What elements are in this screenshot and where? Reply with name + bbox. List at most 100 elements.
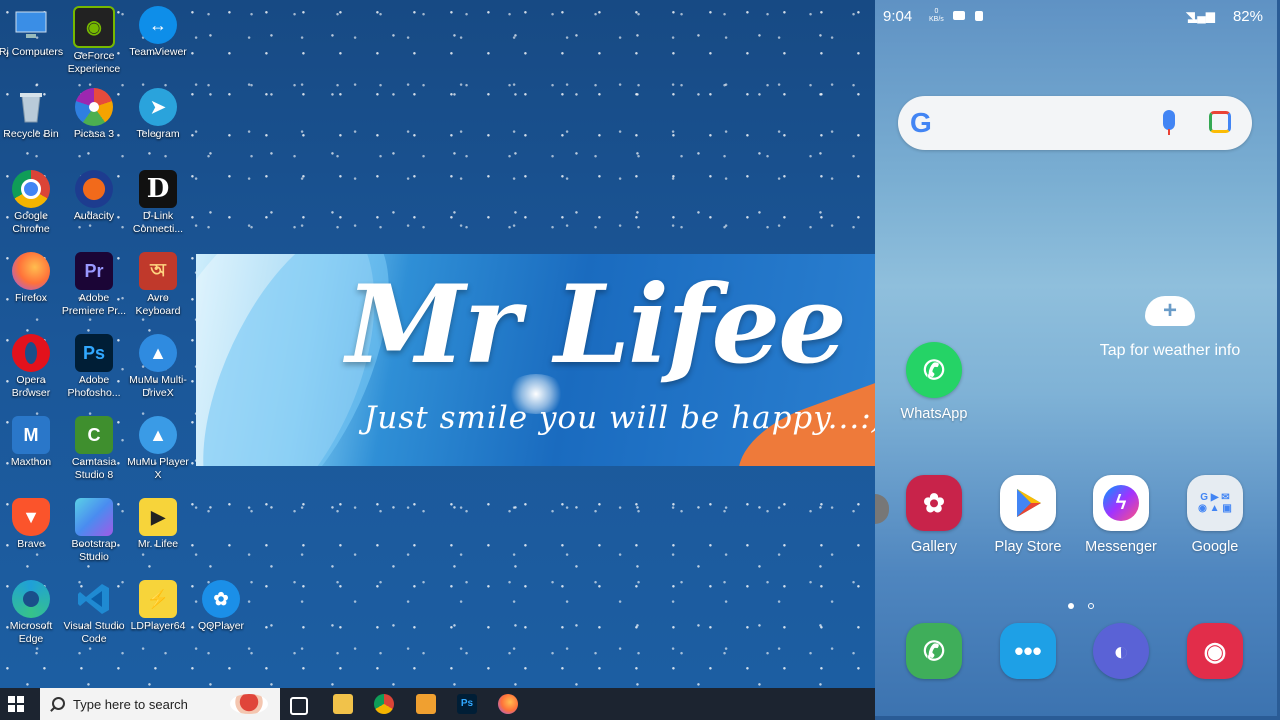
edge-icon — [12, 580, 50, 618]
desktop-icon-dlink[interactable]: D D-Link Connecti... — [125, 170, 191, 236]
computer-icon — [12, 6, 50, 44]
dlink-icon: D — [139, 170, 177, 208]
status-bar: 9:04 0 KB/s ◥ ▂▄▆ 82% — [883, 8, 1273, 26]
desktop-icon-avro-keyboard[interactable]: অ Avro Keyboard — [125, 252, 191, 318]
desktop-icon-maxthon[interactable]: M Maxthon — [0, 416, 64, 469]
desktop-icon-microsoft-edge[interactable]: Microsoft Edge — [0, 580, 64, 646]
play-store-icon — [1000, 475, 1056, 531]
file-explorer-icon[interactable] — [333, 694, 353, 714]
desktop-icon-ldplayer64[interactable]: ⚡ LDPlayer64 — [125, 580, 191, 633]
photoshop-icon: Ps — [75, 334, 113, 372]
desktop-icon-photoshop[interactable]: Ps Adobe Photosho... — [61, 334, 127, 400]
bootstrap-studio-icon — [75, 498, 113, 536]
recycle-bin-icon — [12, 88, 50, 126]
dock-phone[interactable]: ✆ — [894, 623, 974, 679]
desktop-icon-mumu-player-x[interactable]: ▲ MuMu Player X — [125, 416, 191, 482]
camera-status-icon — [953, 11, 965, 20]
app-messenger[interactable]: ϟ Messenger — [1081, 475, 1161, 555]
start-button[interactable] — [8, 696, 24, 712]
teamviewer-icon: ↔ — [139, 6, 177, 44]
phone-home-screen: 9:04 0 KB/s ◥ ▂▄▆ 82% G + Tap for weather… — [875, 0, 1277, 716]
page-indicator — [1061, 596, 1101, 614]
telegram-icon: ➤ — [139, 88, 177, 126]
camtasia-icon: C — [75, 416, 113, 454]
desktop-icon-mumu-multi-drive[interactable]: ▲ MuMu Multi-DriveX — [125, 334, 191, 400]
taskbar-search-placeholder: Type here to search — [73, 697, 188, 712]
lens-icon[interactable] — [1209, 111, 1231, 133]
vscode-icon — [75, 580, 113, 618]
desktop-icon-audacity[interactable]: Audacity — [61, 170, 127, 223]
desktop-icon-opera[interactable]: Opera Browser — [0, 334, 64, 400]
wallpaper-banner: Mr Lifee Just smile you will be happy...… — [196, 254, 875, 466]
desktop-icon-telegram[interactable]: ➤ Telegram — [125, 88, 191, 141]
firefox-taskbar-icon[interactable] — [498, 694, 518, 714]
cloud-add-icon: + — [1145, 296, 1195, 326]
task-view-icon[interactable] — [290, 697, 308, 715]
app-play-store[interactable]: Play Store — [988, 475, 1068, 555]
phone-mirror-window: 9:04 0 KB/s ◥ ▂▄▆ 82% G + Tap for weather… — [875, 0, 1280, 720]
google-g-icon: G — [910, 107, 932, 138]
premiere-icon: Pr — [75, 252, 113, 290]
internet-icon: ◐ — [1093, 623, 1149, 679]
audacity-icon — [75, 170, 113, 208]
desktop-icon-brave[interactable]: ▼ Brave — [0, 498, 64, 551]
dock-messages[interactable]: ••• — [988, 623, 1068, 679]
camera-icon: ◉ — [1187, 623, 1243, 679]
desktop-icon-teamviewer[interactable]: ↔ TeamViewer — [125, 6, 191, 59]
desktop: Mr Lifee Just smile you will be happy...… — [0, 0, 875, 688]
avro-icon: অ — [139, 252, 177, 290]
app-gallery[interactable]: ✿ Gallery — [894, 475, 974, 555]
chrome-icon — [12, 170, 50, 208]
ldplayer-icon: ▶ — [139, 498, 177, 536]
mumu-player-icon: ▲ — [139, 416, 177, 454]
google-search-bar[interactable]: G — [898, 96, 1252, 150]
phone-icon: ✆ — [906, 623, 962, 679]
app-whatsapp[interactable]: ✆ WhatsApp — [894, 342, 974, 422]
status-time: 9:04 — [883, 8, 913, 25]
desktop-icon-recycle-bin[interactable]: Recycle Bin — [0, 88, 64, 141]
whatsapp-icon: ✆ — [906, 342, 962, 398]
gallery-icon: ✿ — [906, 475, 962, 531]
desktop-icon-picasa[interactable]: Picasa 3 — [61, 88, 127, 141]
network-speed: 0 KB/s — [929, 8, 944, 23]
desktop-icon-google-chrome[interactable]: Google Chrome — [0, 170, 64, 236]
desktop-icon-rj-computers[interactable]: Rj Computers — [0, 6, 64, 59]
qqplayer-icon: ✿ — [202, 580, 240, 618]
search-highlight-image — [230, 694, 268, 714]
dock-internet[interactable]: ◐ — [1081, 623, 1161, 679]
desktop-icon-firefox[interactable]: Firefox — [0, 252, 64, 305]
app-google-folder[interactable]: G ▶ ✉ ◉ ▲ ▣ Google — [1175, 475, 1255, 555]
picasa-icon — [75, 88, 113, 126]
ldplayer64-icon: ⚡ — [139, 580, 177, 618]
signal-icon: ▂▄▆ — [1188, 9, 1215, 23]
firefox-icon — [12, 252, 50, 290]
banner-title: Mr Lifee — [346, 262, 847, 388]
weather-text: Tap for weather info — [1099, 342, 1241, 359]
photoshop-taskbar-icon[interactable]: Ps — [457, 694, 477, 714]
desktop-icon-premiere[interactable]: Pr Adobe Premiere Pr... — [61, 252, 127, 318]
desktop-icon-geforce-experience[interactable]: ◉ GeForce Experience — [61, 6, 127, 76]
battery-percent: 82% — [1232, 8, 1263, 25]
mic-icon[interactable] — [1163, 110, 1175, 135]
edge-panel-handle[interactable] — [875, 494, 889, 524]
mumu-multi-icon: ▲ — [139, 334, 177, 372]
maxthon-icon: M — [12, 416, 50, 454]
google-folder-icon: G ▶ ✉ ◉ ▲ ▣ — [1187, 475, 1243, 531]
weather-widget[interactable]: + Tap for weather info — [1085, 296, 1255, 360]
brave-icon: ▼ — [12, 498, 50, 536]
desktop-icon-mr-lifee[interactable]: ▶ Mr. Lifee — [125, 498, 191, 551]
taskbar-search[interactable]: Type here to search — [40, 688, 280, 720]
dock-camera[interactable]: ◉ — [1175, 623, 1255, 679]
banner-tagline: Just smile you will be happy...:) — [364, 400, 875, 436]
sublime-taskbar-icon[interactable] — [416, 694, 436, 714]
desktop-icon-vscode[interactable]: Visual Studio Code — [61, 580, 127, 646]
desktop-icon-camtasia[interactable]: C Camtasia Studio 8 — [61, 416, 127, 482]
messages-icon: ••• — [1000, 623, 1056, 679]
chrome-taskbar-icon[interactable] — [374, 694, 394, 714]
opera-icon — [12, 334, 50, 372]
messenger-icon: ϟ — [1093, 475, 1149, 531]
search-icon — [52, 697, 65, 710]
desktop-icon-qqplayer[interactable]: ✿ QQPlayer — [188, 580, 254, 633]
desktop-icon-bootstrap-studio[interactable]: Bootstrap Studio — [61, 498, 127, 564]
taskbar: Type here to search Ps — [0, 688, 875, 720]
